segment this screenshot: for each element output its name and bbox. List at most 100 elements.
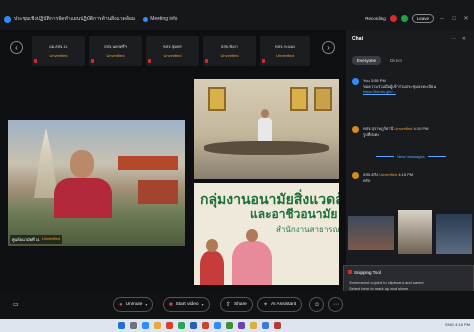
close-icon[interactable]: ✕ [462,16,470,22]
chat-message: You 3:55 PM ขอความร่วมมือผู้เข้าร่วมประช… [352,78,470,95]
maximize-icon[interactable]: □ [450,16,458,22]
os-taskbar: ENG 4:16 PM [0,319,474,332]
powerpoint-icon[interactable] [202,322,209,329]
muted-mic-icon [205,59,208,63]
file-explorer-icon[interactable] [154,322,161,329]
video-name-label: ศูนย์อนามัยที่ 11 Unverified [10,235,62,244]
main-video[interactable]: ศูนย์อนามัยที่ 11 Unverified [8,120,185,246]
zoom-logo-icon [4,15,11,23]
ai-icon: ✦ [263,302,269,308]
share-icon: ⇧ [226,302,232,308]
chevron-down-icon[interactable]: ▾ [202,302,204,307]
thumbnail-image [398,210,432,254]
royal-portrait [314,87,332,111]
search-icon[interactable] [130,322,137,329]
strip-next-button[interactable]: › [322,41,335,54]
participant-tile[interactable]: ผอ.สสจ.11 Unverified [32,36,85,66]
app-icon[interactable] [250,322,257,329]
unmute-button[interactable]: ● Unmute ▾ [113,297,154,312]
recording-label: Recording [365,16,386,21]
window-title: ประชุมเชิงปฏิบัติการจัดทำแผนปฏิบัติการด้… [14,16,136,22]
chat-tabs: Everyone Direct [352,56,407,65]
more-icon[interactable]: ⋯ [328,297,343,312]
banner-line-2: และอาชีวอนามัย [250,207,338,221]
participant-name: สสจ.พังงา [220,44,239,49]
participant-status: Unverified [163,53,182,58]
meeting-info-button[interactable]: Meeting info [143,16,177,22]
teams-icon[interactable] [238,322,245,329]
meeting-info-label: Meeting info [150,16,178,22]
ai-assistant-label: AI Assistant [271,302,297,307]
room-video[interactable] [194,79,339,179]
message-sender: You [363,78,370,83]
line-icon[interactable] [226,322,233,329]
notification-hint: Select here to mark up and share [349,285,409,291]
zoom-icon[interactable] [214,322,221,329]
meeting-table [204,141,329,155]
chevron-down-icon[interactable]: ▾ [145,302,147,307]
muted-mic-icon [34,59,37,63]
video-off-icon: ■ [169,301,173,308]
system-tray-clock[interactable]: ENG 4:16 PM [445,322,470,327]
security-icon[interactable] [400,15,408,22]
person-pink-shirt [232,229,272,285]
chat-title: Chat [352,36,364,42]
participant-name: ทสจ.ชุมพร [163,44,182,49]
chat-message: ทสจ.สุราษฎร์ธานี Unverified 4:10 PM รูปท… [352,126,470,137]
chrome-icon[interactable] [166,322,173,329]
strip-prev-button[interactable]: ‹ [10,41,23,54]
share-label: Share [234,302,247,307]
muted-mic-icon [91,59,94,63]
chat-toggle-icon[interactable]: ▭ [8,297,24,312]
notification-body: Screenshot copied to clipboard and saved… [349,280,469,291]
participant-tile[interactable]: สสจ.พังงา Unverified [203,36,256,66]
participant-tile[interactable]: สสจ.นครศรีฯ Unverified [89,36,142,66]
message-status: Unverified [379,172,398,177]
tab-everyone[interactable]: Everyone [352,56,382,65]
message-time: 3:55 PM [370,78,386,83]
temple-roof [118,156,178,170]
avatar [352,172,359,179]
app-icon[interactable] [262,322,269,329]
participant-name: สสจ.นครศรีฯ [104,44,127,49]
title-bar-controls: Recording Leave – □ ✕ [365,14,470,23]
thumbnail-image [348,216,394,250]
participant-tile[interactable]: ทสจ.ชุมพร Unverified [146,36,199,66]
info-icon [143,16,149,22]
building [138,180,178,204]
avatar [352,126,359,133]
start-icon[interactable] [118,322,125,329]
unmute-label: Unmute [125,302,143,307]
video-status: Unverified [41,236,60,241]
banner-video[interactable]: กลุ่มงานอนามัยสิ่งแวดล้อม และอาชีวอนามัย… [194,183,339,285]
participant-status: Unverified [106,53,125,58]
participant-status: Unverified [220,53,239,58]
mic-off-icon: ● [119,301,123,308]
chat-controls[interactable]: ⋯ ✕ [451,36,468,42]
message-time: 4:10 PM [413,126,429,131]
excel-icon[interactable] [178,322,185,329]
minimize-icon[interactable]: – [438,16,446,22]
recording-indicator-icon [389,15,397,22]
app-icon[interactable] [274,322,281,329]
share-button[interactable]: ⇧ Share [220,297,253,312]
message-sender: สสจ.ตรัง [363,172,379,177]
avatar [352,78,359,85]
screenshot-thumbnails [346,210,474,266]
royal-portrait [208,87,226,111]
thumbnail-image [436,214,472,254]
message-link[interactable]: https://forms.gle/... [363,89,396,94]
participant-name: ผอ.สสจ.11 [49,44,68,49]
ai-assistant-button[interactable]: ✦ AI Assistant [257,297,303,312]
message-text: ขอความร่วมมือผู้เข้าร่วมประชุมลงทะเบียน [363,83,437,89]
start-video-button[interactable]: ■ Start video ▾ [163,297,210,312]
edge-icon[interactable] [142,322,149,329]
tab-direct[interactable]: Direct [385,56,407,65]
reactions-icon[interactable]: ☺ [309,297,324,312]
message-sender: ทสจ.สุราษฎร์ธานี [363,126,394,131]
participant-tile[interactable]: ทสจ.ระนอง Unverified [260,36,310,66]
speaker-person [54,147,112,218]
notification-title: Snipping Tool [354,270,381,275]
word-icon[interactable] [190,322,197,329]
leave-button[interactable]: Leave [411,14,434,23]
